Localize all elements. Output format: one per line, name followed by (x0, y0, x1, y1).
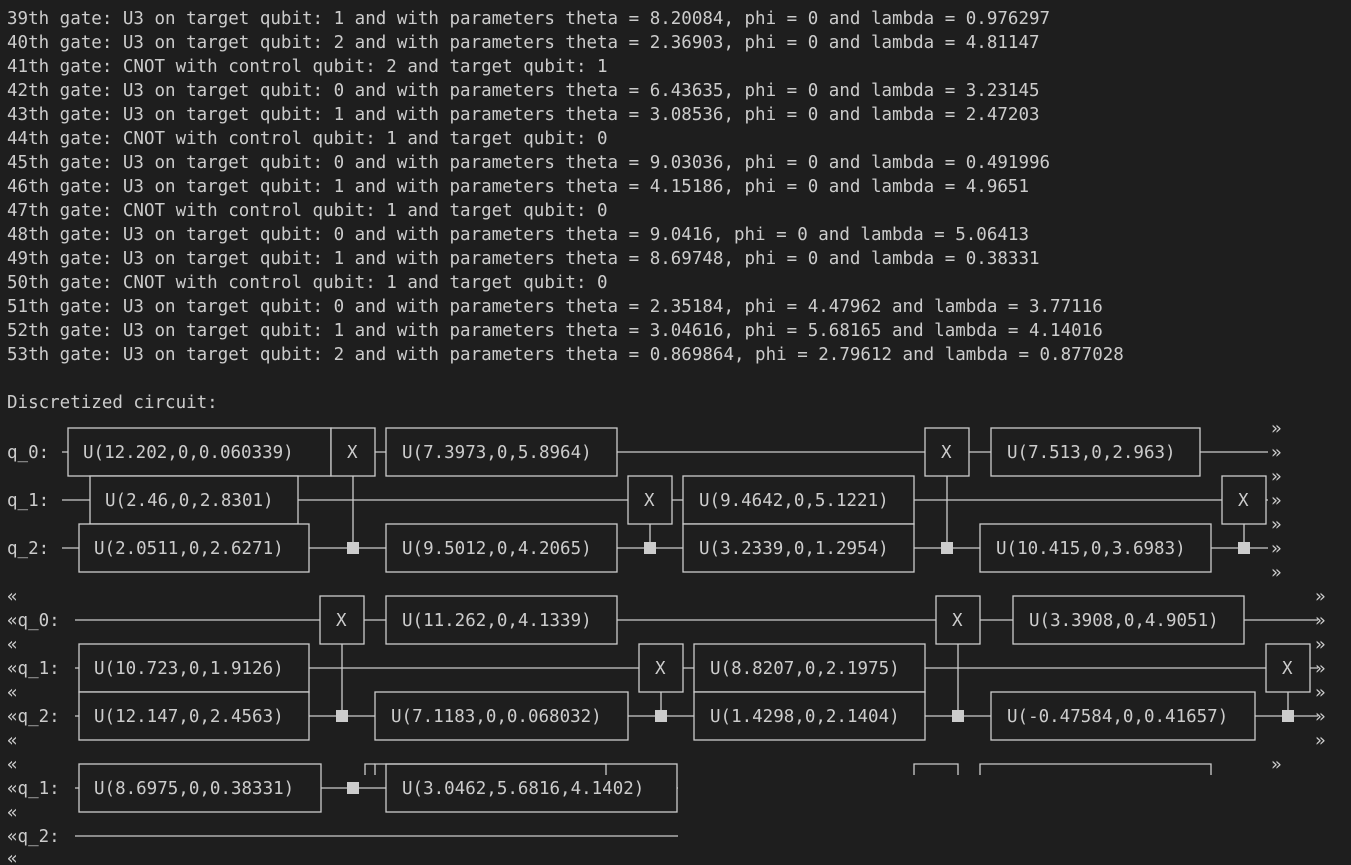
continuation-marker: » (1271, 467, 1282, 487)
continuation-marker: » (1315, 707, 1326, 727)
gate-log: 39th gate: U3 on target qubit: 1 and wit… (7, 7, 1351, 367)
control-dot (347, 782, 359, 794)
continuation-marker: » (1271, 491, 1282, 511)
log-line: 41th gate: CNOT with control qubit: 2 an… (7, 57, 608, 77)
qubit-label: «q_1: (7, 659, 60, 679)
gate-label: U(8.6975,0,0.38331) (94, 779, 294, 799)
gate-label: U(3.0462,5.6816,4.1402) (402, 779, 644, 799)
continuation-marker: « (7, 803, 18, 823)
continuation-marker: » (1271, 443, 1282, 463)
log-line: 50th gate: CNOT with control qubit: 1 an… (7, 273, 608, 293)
control-dots (336, 542, 1294, 794)
qubit-label: «q_2: (7, 707, 60, 727)
qubit-label: «q_2: (7, 827, 60, 847)
continuation-marker: » (1315, 611, 1326, 631)
log-line: 51th gate: U3 on target qubit: 0 and wit… (7, 297, 1103, 317)
continuation-marker: » (1315, 635, 1326, 655)
gate-label: U(1.4298,0,2.1404) (710, 707, 900, 727)
target-label: X (336, 611, 347, 631)
log-line: 43th gate: U3 on target qubit: 1 and wit… (7, 105, 1040, 125)
gate-label: U(10.723,0,1.9126) (94, 659, 284, 679)
control-dot (1282, 710, 1294, 722)
gate-label: U(7.3973,0,5.8964) (402, 443, 592, 463)
log-line: 45th gate: U3 on target qubit: 0 and wit… (7, 153, 1051, 173)
log-line: 40th gate: U3 on target qubit: 2 and wit… (7, 33, 1040, 53)
continuation-marker: » (1315, 731, 1326, 751)
circuit-text: q_0: q_1: q_2: U(12.202,0,0.060339) U(2.… (7, 419, 1326, 865)
target-label: X (941, 443, 952, 463)
control-dot (644, 542, 656, 554)
gate-label: U(3.2339,0,1.2954) (699, 539, 889, 559)
gate-label: U(2.0511,0,2.6271) (94, 539, 284, 559)
control-dot (655, 710, 667, 722)
gate-label: U(10.415,0,3.6983) (996, 539, 1186, 559)
gate-label: U(3.3908,0,4.9051) (1029, 611, 1219, 631)
qubit-label: q_0: (7, 443, 49, 463)
qubit-label: q_2: (7, 539, 49, 559)
gate-label: U(11.262,0,4.1339) (402, 611, 592, 631)
cnot-connectors (341, 476, 1289, 716)
partial-gate-boxes (364, 763, 1212, 775)
continuation-marker: » (1315, 659, 1326, 679)
gate-boxes (67, 427, 1311, 813)
target-label: X (644, 491, 655, 511)
continuation-marker: « (7, 683, 18, 703)
log-line: 44th gate: CNOT with control qubit: 1 an… (7, 129, 608, 149)
circuit-wires (62, 451, 1318, 837)
control-dot (941, 542, 953, 554)
target-label: X (347, 443, 358, 463)
continuation-marker: » (1271, 755, 1282, 775)
continuation-marker: » (1271, 563, 1282, 583)
gate-label: U(12.202,0,0.060339) (83, 443, 294, 463)
gate-label: U(2.46,0,2.8301) (105, 491, 274, 511)
log-line: 39th gate: U3 on target qubit: 1 and wit… (7, 9, 1051, 29)
continuation-marker: » (1271, 419, 1282, 439)
control-dot (952, 710, 964, 722)
log-line: 49th gate: U3 on target qubit: 1 and wit… (7, 249, 1040, 269)
gate-label: U(8.8207,0,2.1975) (710, 659, 900, 679)
qubit-label: q_1: (7, 491, 49, 511)
gate-label: U(7.1183,0,0.068032) (391, 707, 602, 727)
control-dot (336, 710, 348, 722)
gate-label: U(-0.47584,0,0.41657) (1007, 707, 1228, 727)
target-label: X (655, 659, 666, 679)
target-label: X (1282, 659, 1293, 679)
qubit-label: «q_0: (7, 611, 60, 631)
log-line: 53th gate: U3 on target qubit: 2 and wit… (7, 345, 1124, 365)
continuation-marker: « (7, 587, 18, 607)
log-line: 47th gate: CNOT with control qubit: 1 an… (7, 201, 608, 221)
continuation-marker: « (7, 849, 18, 865)
continuation-marker: « (7, 755, 18, 775)
continuation-marker: « (7, 635, 18, 655)
log-line: 46th gate: U3 on target qubit: 1 and wit… (7, 177, 1029, 197)
gate-label: U(12.147,0,2.4563) (94, 707, 284, 727)
continuation-marker: » (1315, 587, 1326, 607)
gate-label: U(9.4642,0,5.1221) (699, 491, 889, 511)
gate-label: U(7.513,0,2.963) (1007, 443, 1176, 463)
continuation-marker: » (1315, 683, 1326, 703)
control-dot (347, 542, 359, 554)
terminal-window: 39th gate: U3 on target qubit: 1 and wit… (0, 0, 1351, 865)
gate-label: U(9.5012,0,4.2065) (402, 539, 592, 559)
log-line: 48th gate: U3 on target qubit: 0 and wit… (7, 225, 1029, 245)
log-line: 42th gate: U3 on target qubit: 0 and wit… (7, 81, 1040, 101)
continuation-marker: » (1271, 515, 1282, 535)
qubit-label: «q_1: (7, 779, 60, 799)
target-label: X (1238, 491, 1249, 511)
log-line: 52th gate: U3 on target qubit: 1 and wit… (7, 321, 1103, 341)
control-dot (1238, 542, 1250, 554)
continuation-marker: « (7, 731, 18, 751)
continuation-marker: » (1271, 539, 1282, 559)
circuit-heading: Discretized circuit: (7, 393, 218, 413)
target-label: X (952, 611, 963, 631)
